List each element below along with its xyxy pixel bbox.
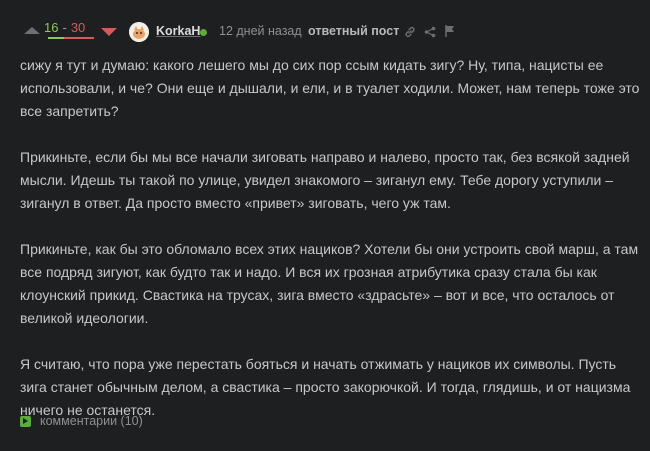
rating-separator: - [62, 20, 67, 35]
upvote-arrow-icon[interactable] [24, 27, 40, 34]
post-body: сижу я тут и думаю: какого лешего мы до … [20, 54, 640, 445]
comments-toggle[interactable]: комментарии (10) [20, 414, 143, 428]
response-post-link[interactable]: ответный пост [308, 24, 399, 38]
avatar[interactable] [129, 22, 149, 42]
share-icon[interactable] [423, 25, 437, 39]
comments-label: комментарии (10) [40, 414, 143, 428]
rating-bar-negative [64, 37, 94, 39]
downvote-arrow-icon[interactable] [101, 28, 117, 36]
post-paragraph-1: сижу я тут и думаю: какого лешего мы до … [20, 57, 640, 119]
author-username[interactable]: KorkaH [156, 24, 200, 38]
rating-negative: 30 [70, 20, 86, 35]
comment-icon [20, 415, 31, 427]
rating-positive: 16 [44, 20, 59, 35]
flag-icon[interactable] [443, 24, 457, 38]
post-paragraph-3: Прикиньте, как бы это обломало всех этих… [20, 241, 639, 326]
online-status-icon [200, 29, 207, 36]
rating-bar-positive [48, 37, 64, 39]
rating-bar [48, 37, 94, 39]
post-paragraph-4: Я считаю, что пора уже перестать бояться… [20, 356, 631, 418]
post-paragraph-2: Прикиньте, если бы мы все начали зиговат… [20, 149, 630, 211]
link-icon[interactable] [403, 25, 417, 39]
post-time: 12 дней назад [219, 24, 302, 38]
